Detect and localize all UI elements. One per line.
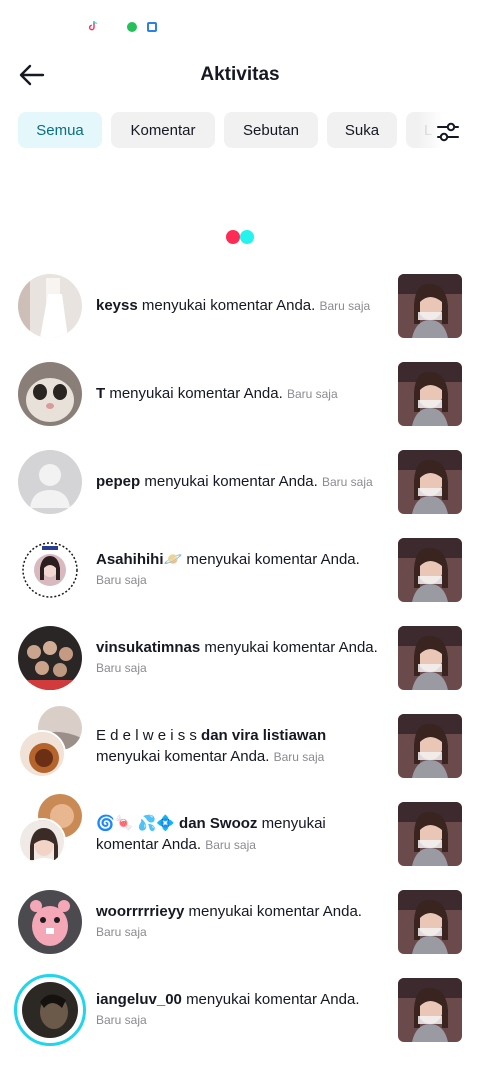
action-text: menyukai komentar Anda. [141,297,316,314]
timestamp: Baru saja [319,299,371,313]
user-avatar[interactable] [18,890,82,954]
action-text: menyukai komentar Anda. [186,991,360,1008]
notification-text: woorrrrrieyy menyukai komentar Anda. Bar… [96,901,386,943]
notification-text: T menyukai komentar Anda. Baru saja [96,383,386,405]
chat-app-icon [127,22,137,32]
user-avatar[interactable] [18,730,66,778]
joiner-text: dan [179,815,206,832]
timestamp: Baru saja [205,838,256,852]
notification-text: E d e l w e i s s dan vira listiawan men… [96,725,386,768]
timestamp: Baru saja [321,475,373,489]
action-text: menyukai komentar Anda. [144,473,318,490]
notification-text: pepep menyukai komentar Anda. Baru saja [96,471,386,493]
filter-chip-semua[interactable]: Semua [18,112,102,148]
video-thumbnail[interactable] [398,274,462,338]
joiner-text: dan [201,727,228,744]
video-thumbnail[interactable] [398,538,462,602]
gallery-icon [147,22,157,32]
loader-dot-cyan [240,230,254,244]
timestamp: Baru saja [286,387,338,401]
user-avatar[interactable] [18,274,82,338]
loading-indicator [226,230,256,244]
notification-row[interactable]: vinsukatimnas menyukai komentar Anda. Ba… [0,614,480,702]
user-avatar[interactable] [18,450,82,514]
notification-text: iangeluv_00 menyukai komentar Anda. Baru… [96,989,386,1031]
notification-row[interactable]: keyss menyukai komentar Anda. Baru saja [0,262,480,350]
action-text: menyukai komentar Anda. [109,385,283,402]
filter-chip-sebutan[interactable]: Sebutan [224,112,318,148]
video-thumbnail[interactable] [398,362,462,426]
video-thumbnail[interactable] [398,714,462,778]
timestamp: Baru saja [273,750,325,764]
username-secondary[interactable]: vira listiawan [232,727,326,744]
filter-bar: Semua Komentar Sebutan Suka L [0,110,480,152]
action-text: menyukai komentar Anda. [204,639,378,656]
tiktok-icon [88,20,98,31]
action-text-continued: komentar Anda. [96,836,202,853]
video-thumbnail[interactable] [398,450,462,514]
action-text: menyukai komentar Anda. [186,551,360,568]
loader-dot-red [226,230,240,244]
video-thumbnail[interactable] [398,626,462,690]
video-thumbnail[interactable] [398,802,462,866]
filter-chip-suka[interactable]: Suka [327,112,397,148]
notification-row[interactable]: 🌀🍬 💦💠 dan Swooz menyukai komentar Anda. … [0,790,480,878]
notification-text: Asahihihi🪐 menyukai komentar Anda. Baru … [96,549,386,591]
username[interactable]: iangeluv_00 [96,991,182,1008]
username-secondary[interactable]: Swooz [210,815,258,832]
user-avatar[interactable] [18,538,82,602]
header: Aktivitas [0,50,480,100]
user-avatar[interactable] [18,626,82,690]
username[interactable]: T [96,385,105,402]
user-avatar[interactable] [22,982,78,1038]
user-avatar[interactable] [18,362,82,426]
action-text: menyukai komentar Anda. [96,748,270,765]
notification-row[interactable]: Asahihihi🪐 menyukai komentar Anda. Baru … [0,526,480,614]
timestamp: Baru saja [96,925,147,939]
timestamp: Baru saja [96,661,147,675]
username[interactable]: pepep [96,473,140,490]
notification-row[interactable]: woorrrrrieyy menyukai komentar Anda. Bar… [0,878,480,966]
notification-row[interactable]: E d e l w e i s s dan vira listiawan men… [0,702,480,790]
username[interactable]: E d e l w e i s s [96,727,197,744]
action-text: menyukai komentar Anda. [188,903,362,920]
filter-settings-button[interactable] [432,118,464,146]
user-avatar[interactable] [18,818,66,866]
video-thumbnail[interactable] [398,890,462,954]
username[interactable]: keyss [96,297,138,314]
username[interactable]: Asahihihi🪐 [96,551,182,568]
page-title: Aktivitas [200,64,280,85]
notification-text: keyss menyukai komentar Anda. Baru saja [96,295,386,317]
action-text: menyukai [261,815,326,832]
timestamp: Baru saja [96,1013,147,1027]
video-thumbnail[interactable] [398,978,462,1042]
username[interactable]: vinsukatimnas [96,639,200,656]
notification-text: vinsukatimnas menyukai komentar Anda. Ba… [96,637,386,679]
notification-row[interactable]: pepep menyukai komentar Anda. Baru saja [0,438,480,526]
timestamp: Baru saja [96,573,147,587]
notification-row[interactable]: T menyukai komentar Anda. Baru saja [0,350,480,438]
username[interactable]: woorrrrrieyy [96,903,184,920]
username[interactable]: 🌀🍬 💦💠 [96,815,175,832]
notification-text: 🌀🍬 💦💠 dan Swooz menyukai komentar Anda. … [96,813,386,856]
filter-chip-komentar[interactable]: Komentar [111,112,215,148]
status-bar [0,0,480,50]
sliders-icon [437,122,459,142]
notification-row[interactable]: iangeluv_00 menyukai komentar Anda. Baru… [0,966,480,1054]
